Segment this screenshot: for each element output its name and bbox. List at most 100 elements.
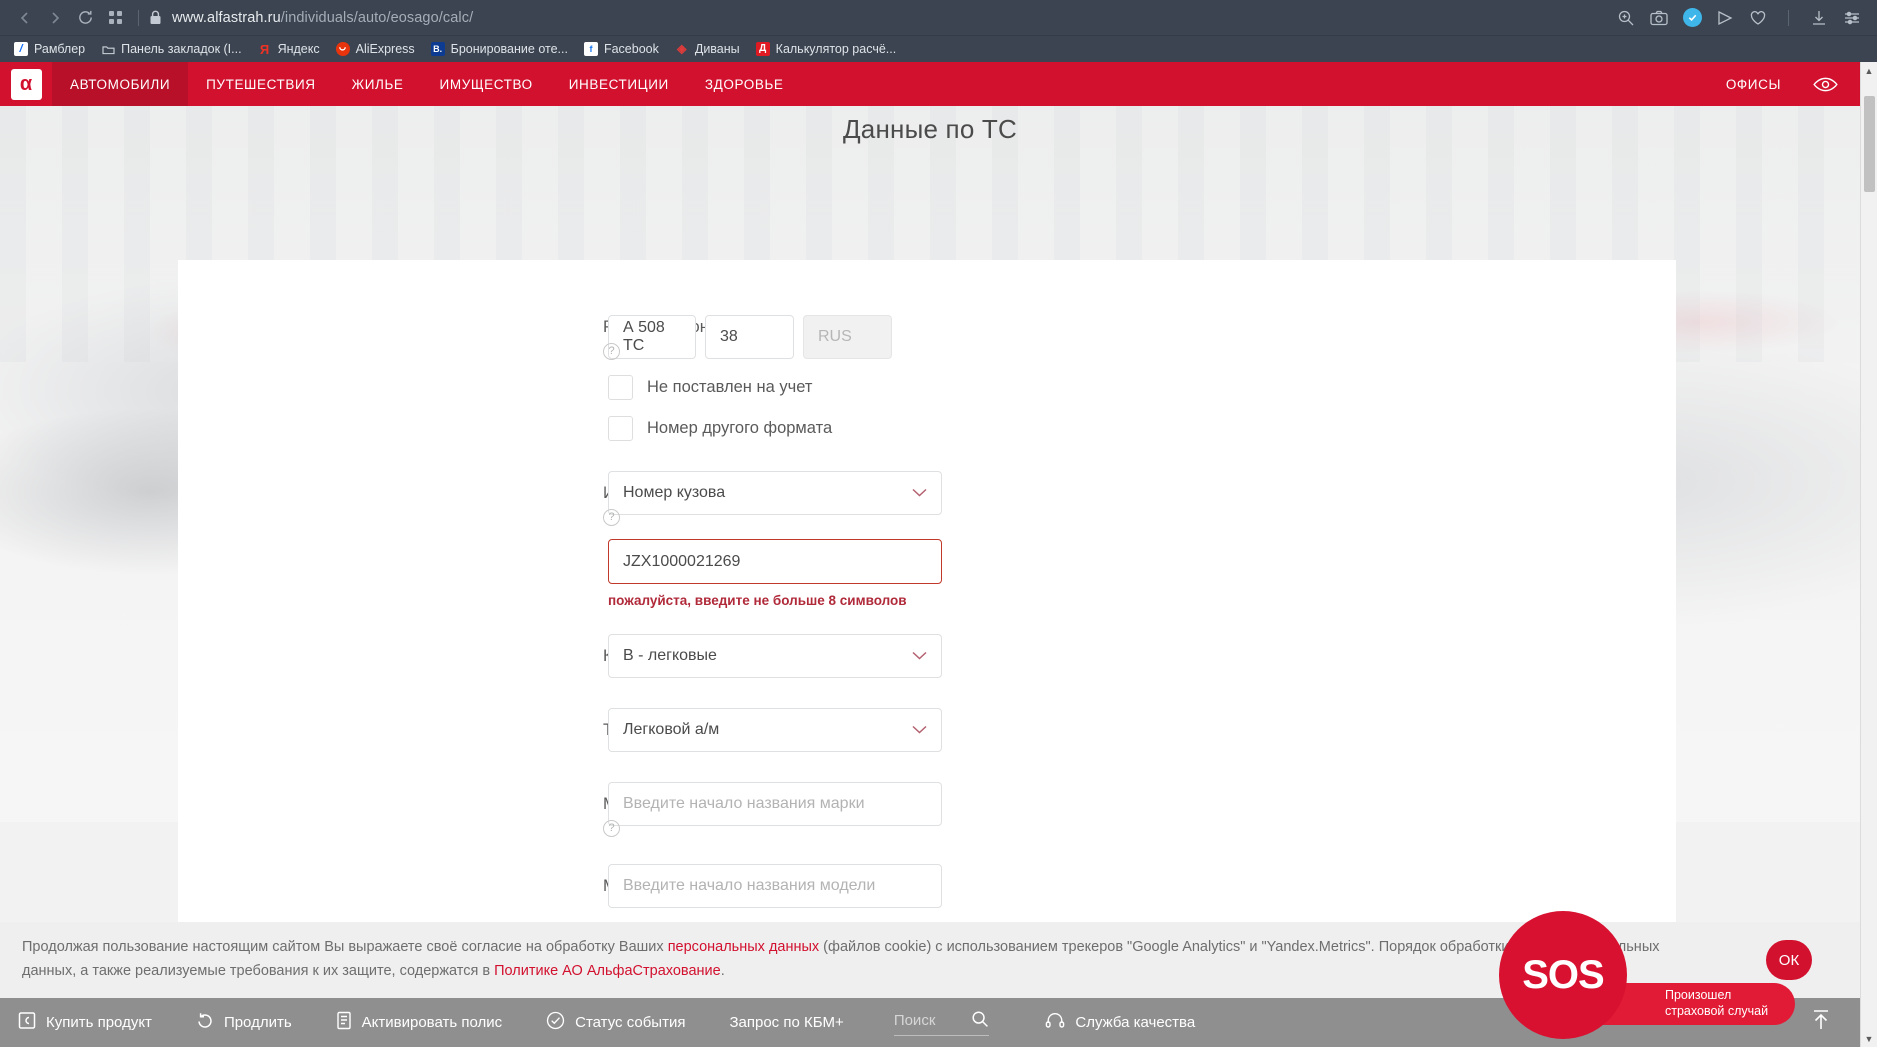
apps-grid-icon[interactable]	[100, 3, 130, 33]
url-path: /individuals/auto/eosago/calc/	[281, 10, 473, 26]
category-select[interactable]: В - легковые	[608, 634, 942, 678]
bookmark-label: Яндекс	[278, 42, 320, 56]
nav-item-zdorovye[interactable]: ЗДОРОВЬЕ	[687, 62, 802, 106]
chevron-down-icon	[912, 647, 927, 665]
nav-item-puteshestviya[interactable]: ПУТЕШЕСТВИЯ	[188, 62, 334, 106]
checkbox-row-other-format[interactable]: Номер другого формата	[608, 416, 1676, 441]
footer-item-label: Купить продукт	[46, 1014, 152, 1031]
reload-button[interactable]	[70, 3, 100, 33]
label-model: Модель	[178, 864, 608, 899]
brand-input[interactable]: Введите начало названия марки	[608, 782, 942, 826]
sos-line-1: Произошел	[1665, 988, 1777, 1004]
bookmark-label: Калькулятор расчё...	[776, 42, 897, 56]
footer-item-label: Продлить	[224, 1014, 292, 1031]
search-icon[interactable]	[971, 1010, 989, 1032]
footer-item-support[interactable]: Служба качества	[1023, 1011, 1217, 1034]
select-value: В - легковые	[623, 647, 717, 665]
form-row-reg-plate: Регистрационный знак ? А 508 ТС 38 RUS Н…	[178, 315, 1676, 441]
checkbox-row-not-registered[interactable]: Не поставлен на учет	[608, 375, 1676, 400]
send-icon[interactable]	[1714, 7, 1736, 29]
label-reg-plate: Регистрационный знак ?	[178, 315, 608, 357]
bookmark-facebook[interactable]: f Facebook	[578, 38, 669, 60]
plate-region-input[interactable]: 38	[705, 315, 794, 359]
logo-mark: α	[11, 69, 42, 100]
check-circle-icon	[546, 1011, 565, 1034]
camera-icon[interactable]	[1648, 7, 1670, 29]
forward-button[interactable]	[40, 3, 70, 33]
sos-pill-text: Произошел страховой случай	[1665, 988, 1777, 1019]
scrollbar-down-arrow[interactable]: ▼	[1861, 1030, 1877, 1047]
footer-item-label: Статус события	[575, 1014, 685, 1031]
scroll-top-icon[interactable]	[1810, 1008, 1832, 1037]
eye-icon[interactable]	[1799, 62, 1860, 106]
checkbox-other-format[interactable]	[608, 416, 633, 441]
bookmark-booking[interactable]: B. Бронирование оте...	[425, 38, 578, 60]
cookie-ok-button[interactable]: ОК	[1766, 940, 1812, 980]
help-icon[interactable]: ?	[603, 343, 620, 360]
footer-item-event-status[interactable]: Статус события	[524, 1011, 707, 1034]
cookie-text: Продолжая пользование настоящим сайтом В…	[0, 936, 1680, 984]
sos-badge[interactable]: SOS	[1499, 911, 1627, 1039]
bookmark-label: Бронирование оте...	[451, 42, 568, 56]
identifier-type-select[interactable]: Номер кузова	[608, 471, 942, 515]
personal-data-link[interactable]: персональных данных	[668, 939, 819, 955]
form-row-category: Категория ТС В - легковые	[178, 634, 1676, 678]
label-category: Категория ТС	[178, 634, 608, 669]
vehicle-data-form: Регистрационный знак ? А 508 ТС 38 RUS Н…	[178, 260, 1676, 990]
footer-search[interactable]: Поиск	[894, 1010, 990, 1036]
shield-check-icon[interactable]	[1681, 7, 1703, 29]
back-button[interactable]	[10, 3, 40, 33]
footer-item-activate-policy[interactable]: Активировать полис	[314, 1011, 524, 1034]
zoom-in-icon[interactable]	[1615, 7, 1637, 29]
cookie-part-3: .	[721, 963, 725, 979]
help-icon[interactable]: ?	[603, 509, 620, 526]
page-viewport: α АВТОМОБИЛИ ПУТЕШЕСТВИЯ ЖИЛЬЕ ИМУЩЕСТВО…	[0, 62, 1877, 1047]
bookmark-rambler[interactable]: / Рамблер	[8, 38, 95, 60]
scrollbar-thumb[interactable]	[1864, 96, 1875, 192]
help-icon[interactable]: ?	[603, 820, 620, 837]
footer-item-renew[interactable]: Продлить	[174, 1011, 314, 1034]
nav-item-avtomobili[interactable]: АВТОМОБИЛИ	[52, 62, 188, 106]
site-navigation: α АВТОМОБИЛИ ПУТЕШЕСТВИЯ ЖИЛЬЕ ИМУЩЕСТВО…	[0, 62, 1860, 106]
divany-icon: 🞛	[675, 42, 689, 56]
nav-item-zhilye[interactable]: ЖИЛЬЕ	[334, 62, 422, 106]
document-icon	[336, 1011, 352, 1034]
address-bar[interactable]: www.alfastrah.ru/individuals/auto/eosago…	[172, 10, 473, 26]
footer-item-label: Запрос по КБМ+	[729, 1014, 843, 1031]
alfastrah-logo[interactable]: α	[0, 62, 52, 106]
label-type: Тип ТС	[178, 708, 608, 743]
bookmark-divany[interactable]: 🞛 Диваны	[669, 38, 750, 60]
checkbox-not-registered[interactable]	[608, 375, 633, 400]
download-icon[interactable]	[1808, 7, 1830, 29]
nav-item-offices[interactable]: ОФИСЫ	[1708, 62, 1799, 106]
heart-icon[interactable]	[1747, 7, 1769, 29]
bookmark-yandex[interactable]: Я Яндекс	[252, 38, 330, 60]
plate-inputs-group: А 508 ТС 38 RUS	[608, 315, 1676, 359]
form-row-identifier: Идентификатор ТС ? Номер кузова JZX10000…	[178, 471, 1676, 608]
scrollbar-up-arrow[interactable]: ▲	[1861, 62, 1877, 79]
lock-icon	[149, 10, 162, 25]
identifier-value-input[interactable]: JZX1000021269	[608, 539, 942, 584]
bookmark-label: AliExpress	[356, 42, 415, 56]
policy-link[interactable]: Политике АО АльфаСтрахование	[494, 963, 721, 979]
chevron-down-icon	[912, 721, 927, 739]
bookmark-calculator[interactable]: Д Калькулятор расчё...	[750, 38, 907, 60]
url-domain: www.alfastrah.ru	[172, 10, 281, 26]
checkbox-label: Не поставлен на учет	[647, 378, 812, 397]
search-input[interactable]: Поиск	[894, 1012, 936, 1029]
settings-sliders-icon[interactable]	[1841, 7, 1863, 29]
model-input[interactable]: Введите начало названия модели	[608, 864, 942, 908]
footer-item-kbm-request[interactable]: Запрос по КБМ+	[707, 1014, 865, 1031]
footer-item-buy-product[interactable]: Купить продукт	[0, 1011, 174, 1034]
nav-item-imushchestvo[interactable]: ИМУЩЕСТВО	[422, 62, 551, 106]
bookmark-aliexpress[interactable]: AliExpress	[330, 38, 425, 60]
identifier-error-message: пожалуйста, введите не больше 8 символов	[608, 593, 1676, 608]
vertical-scrollbar[interactable]: ▲ ▼	[1860, 62, 1877, 1047]
type-select[interactable]: Легковой а/м	[608, 708, 942, 752]
form-row-type: Тип ТС Легковой а/м	[178, 708, 1676, 752]
nav-item-investitsii[interactable]: ИНВЕСТИЦИИ	[551, 62, 687, 106]
buy-product-icon	[18, 1011, 36, 1034]
bookmark-folder[interactable]: Панель закладок (I...	[95, 38, 251, 60]
plate-series-input[interactable]: А 508 ТС	[608, 315, 696, 359]
rambler-icon: /	[14, 42, 28, 56]
